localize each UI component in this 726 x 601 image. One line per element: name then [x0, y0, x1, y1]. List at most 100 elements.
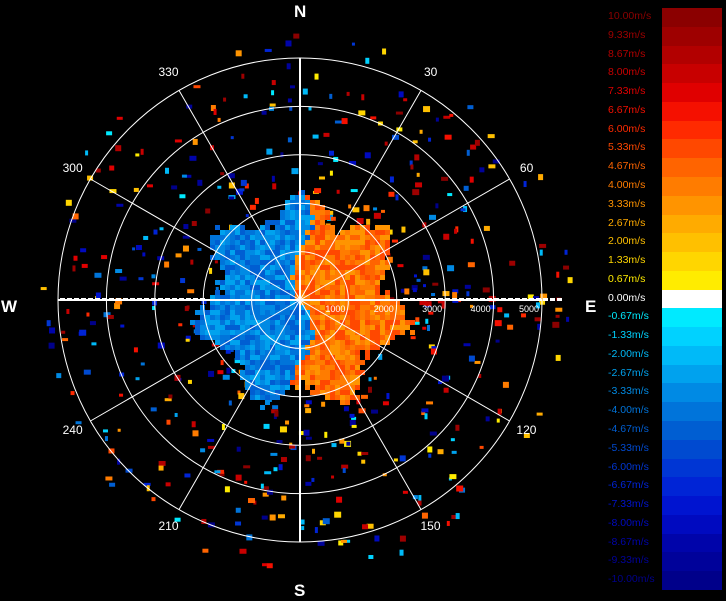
- velocity-cell: [245, 255, 250, 260]
- echo-cell: [497, 408, 502, 415]
- velocity-cell: [225, 245, 230, 250]
- velocity-cell: [245, 285, 250, 290]
- velocity-cell: [305, 195, 310, 200]
- velocity-cell: [265, 310, 270, 315]
- echo-cell: [217, 370, 224, 375]
- velocity-cell: [275, 235, 280, 240]
- velocity-cell: [320, 345, 325, 350]
- echo-cell: [305, 400, 312, 405]
- legend-entry: 8.00m/s: [606, 64, 722, 84]
- velocity-cell: [365, 250, 370, 255]
- velocity-cell: [245, 375, 250, 380]
- echo-cell: [165, 167, 170, 174]
- velocity-cell: [285, 375, 290, 380]
- compass-west-label: W: [1, 297, 18, 316]
- velocity-cell: [225, 330, 230, 335]
- velocity-cell: [260, 305, 265, 310]
- velocity-cell: [330, 290, 335, 295]
- velocity-cell: [270, 285, 275, 290]
- velocity-cell: [235, 280, 240, 285]
- velocity-cell: [305, 230, 310, 235]
- velocity-cell: [345, 400, 350, 405]
- velocity-cell: [355, 335, 360, 340]
- legend-swatch: [662, 176, 722, 196]
- legend-entry: -7.33m/s: [606, 496, 722, 515]
- legend-label: 0.00m/s: [608, 291, 646, 304]
- echo-cell: [504, 313, 510, 318]
- legend-swatch: [662, 421, 722, 440]
- velocity-cell: [265, 220, 270, 225]
- velocity-cell: [330, 360, 335, 365]
- velocity-cell: [220, 280, 225, 285]
- echo-cell: [85, 150, 89, 156]
- echo-cell: [479, 445, 484, 449]
- velocity-cell: [330, 320, 335, 325]
- echo-cell: [427, 446, 433, 453]
- echo-cell: [382, 48, 387, 55]
- velocity-cell: [380, 330, 385, 335]
- echo-cell: [228, 400, 232, 406]
- legend-label: -0.67m/s: [608, 310, 649, 323]
- velocity-cell: [285, 210, 290, 215]
- velocity-cell: [350, 345, 355, 350]
- echo-cell: [343, 406, 349, 412]
- echo-cell: [235, 521, 242, 526]
- echo-cell: [289, 85, 295, 89]
- range-tick-label: 3000: [422, 304, 442, 314]
- velocity-cell: [255, 330, 260, 335]
- velocity-cell: [315, 335, 320, 340]
- velocity-cell: [360, 340, 365, 345]
- echo-cell: [205, 208, 211, 214]
- velocity-cell: [240, 235, 245, 240]
- velocity-cell: [290, 375, 295, 380]
- echo-cell: [366, 218, 371, 225]
- velocity-color-legend: 10.00m/s 9.33m/s 8.67m/s 8.00m/s 7.33m/s 6.67…: [606, 8, 722, 590]
- velocity-cell: [305, 370, 310, 375]
- velocity-cell: [205, 315, 210, 320]
- echo-cell: [363, 205, 370, 212]
- velocity-cell: [225, 305, 230, 310]
- echo-cell: [350, 189, 358, 193]
- velocity-cell: [280, 315, 285, 320]
- echo-cell: [260, 483, 264, 489]
- velocity-cell: [205, 335, 210, 340]
- echo-cell: [412, 189, 420, 196]
- legend-label: -4.67m/s: [608, 423, 649, 436]
- velocity-cell: [245, 345, 250, 350]
- echo-cell: [431, 293, 436, 297]
- echo-cell: [523, 181, 527, 188]
- velocity-cell: [260, 335, 265, 340]
- velocity-cell: [305, 275, 310, 280]
- velocity-cell: [290, 265, 295, 270]
- echo-cell: [395, 194, 399, 201]
- echo-cell: [435, 203, 439, 209]
- velocity-cell: [355, 275, 360, 280]
- echo-cell: [197, 179, 203, 186]
- velocity-cell: [355, 250, 360, 255]
- velocity-cell: [365, 290, 370, 295]
- velocity-cell: [350, 320, 355, 325]
- velocity-cell: [315, 215, 320, 220]
- velocity-cell: [290, 350, 295, 355]
- velocity-cell: [380, 260, 385, 265]
- velocity-cell: [340, 250, 345, 255]
- velocity-cell: [255, 365, 260, 370]
- velocity-cell: [310, 220, 315, 225]
- velocity-cell: [350, 260, 355, 265]
- velocity-cell: [365, 355, 370, 360]
- echo-cell: [223, 97, 227, 102]
- velocity-cell: [220, 330, 225, 335]
- velocity-cell: [360, 280, 365, 285]
- legend-label: 6.00m/s: [608, 122, 646, 135]
- velocity-cell: [285, 215, 290, 220]
- echo-cell: [416, 278, 421, 282]
- velocity-cell: [350, 275, 355, 280]
- velocity-cell: [370, 290, 375, 295]
- velocity-cell: [250, 355, 255, 360]
- velocity-cell: [290, 370, 295, 375]
- velocity-cell: [275, 345, 280, 350]
- velocity-cell: [335, 390, 340, 395]
- velocity-cell: [255, 390, 260, 395]
- velocity-cell: [240, 325, 245, 330]
- echo-cell: [214, 260, 218, 264]
